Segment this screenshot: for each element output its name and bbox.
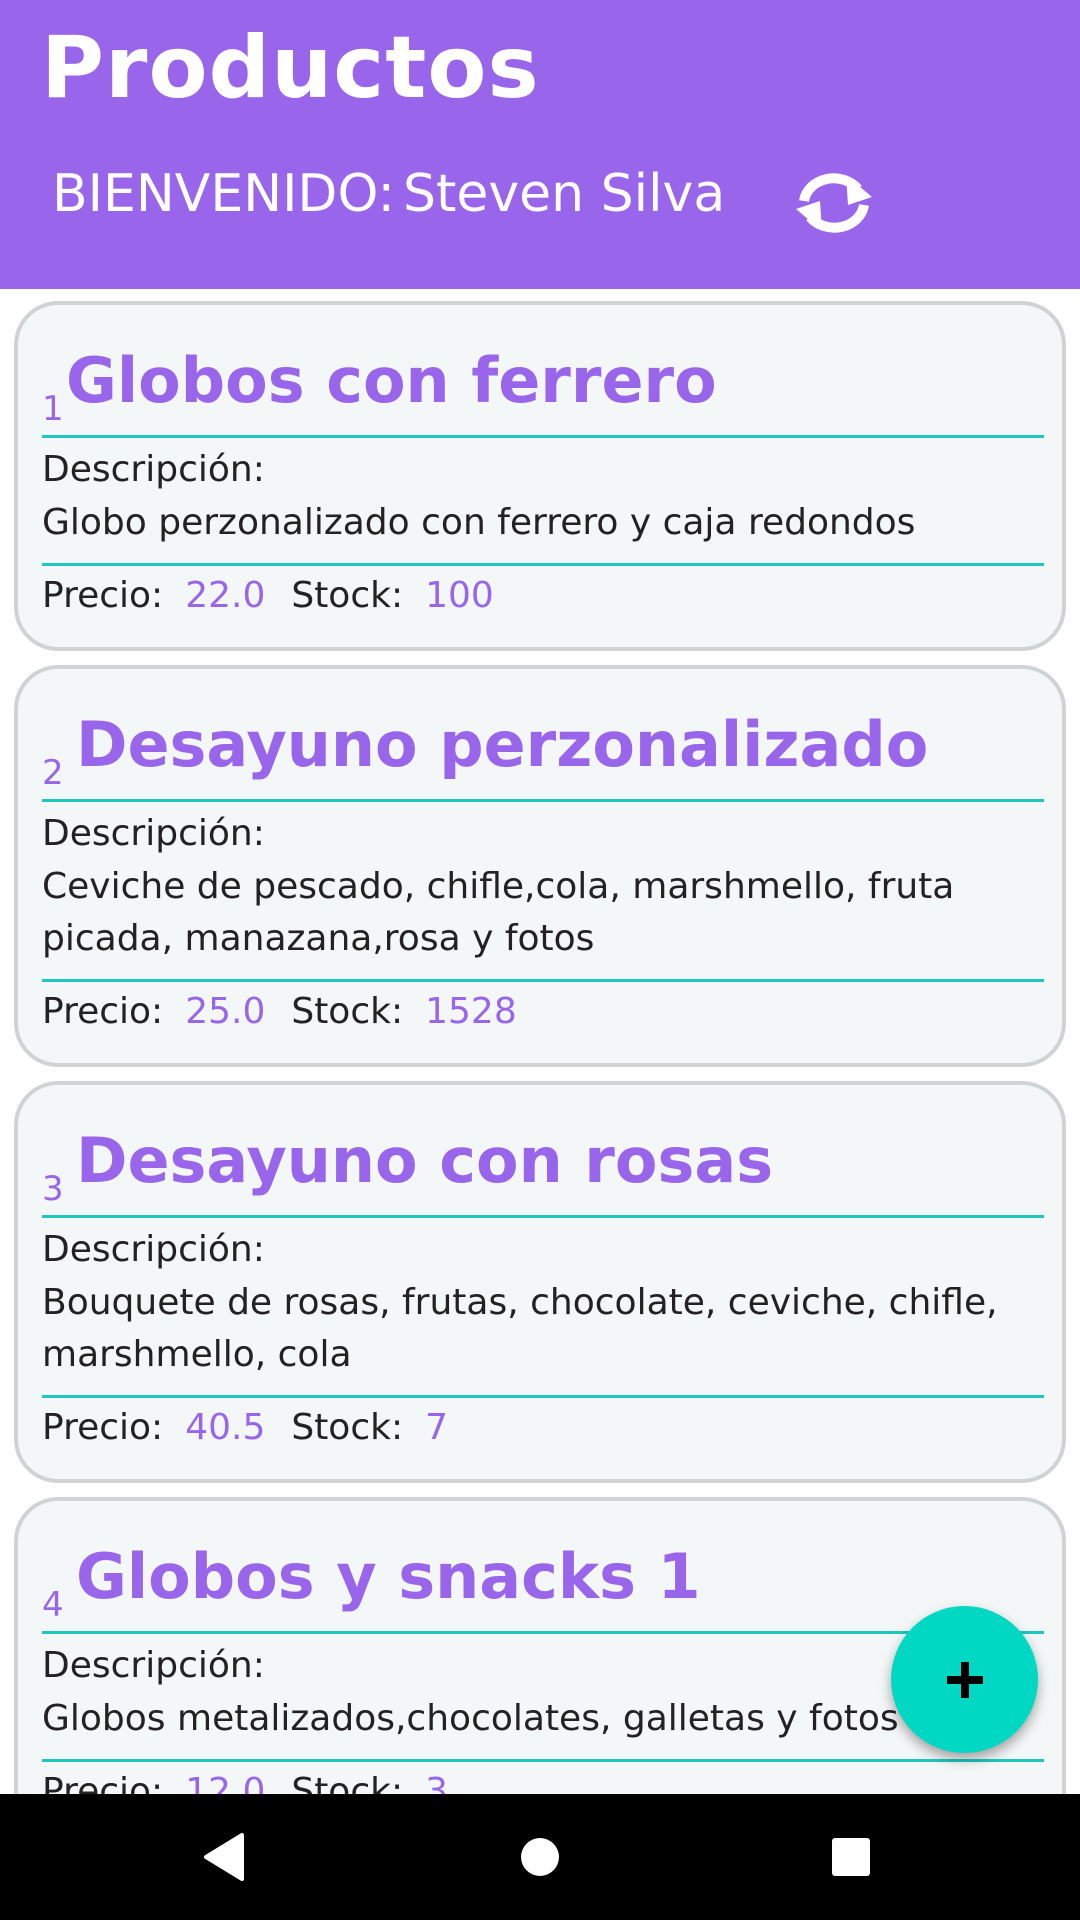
card-header: 1 Globos con ferrero — [42, 341, 1042, 439]
nav-home-button[interactable] — [505, 1822, 575, 1892]
card-divider — [42, 1631, 1044, 1634]
card-divider — [42, 1215, 1044, 1218]
price-value: 12.0 — [185, 1771, 266, 1794]
welcome-text: BIENVENIDO: Steven Silva — [52, 164, 725, 224]
card-divider — [42, 435, 1044, 438]
product-description: Ceviche de pescado, chifle,cola, marshme… — [42, 866, 955, 959]
app-root: Productos BIENVENIDO: Steven Silva 1 Glob… — [0, 0, 1080, 1920]
stock-value: 7 — [425, 1407, 449, 1448]
product-index: 1 — [42, 389, 64, 429]
system-nav-bar — [0, 1794, 1080, 1920]
product-name: Desayuno con rosas — [76, 1124, 774, 1197]
home-circle-icon — [521, 1838, 559, 1876]
card-divider — [42, 1759, 1044, 1762]
product-name: Globos y snacks 1 — [76, 1540, 701, 1613]
nav-recents-button[interactable] — [816, 1822, 886, 1892]
price-stock-row: Precio: 40.5 Stock: 7 — [42, 1407, 474, 1448]
description-label: Descripción: — [42, 1645, 265, 1686]
product-name: Desayuno perzonalizado — [76, 708, 929, 781]
product-card[interactable]: 1 Globos con ferrero Descripción: Globo … — [14, 301, 1066, 651]
price-value: 25.0 — [185, 991, 266, 1032]
back-triangle-icon — [204, 1833, 244, 1881]
product-card[interactable]: 3 Desayuno con rosas Descripción: Bouque… — [14, 1081, 1066, 1483]
product-name: Globos con ferrero — [66, 344, 717, 417]
stock-value: 3 — [425, 1771, 449, 1794]
price-value: 22.0 — [185, 575, 266, 616]
card-divider — [42, 563, 1044, 566]
app-header: Productos BIENVENIDO: Steven Silva — [0, 0, 1080, 289]
product-index: 2 — [42, 753, 64, 793]
product-description: Globo perzonalizado con ferrero y caja r… — [42, 502, 916, 543]
product-card[interactable]: 2 Desayuno perzonalizado Descripción: Ce… — [14, 665, 1066, 1067]
product-description: Globos metalizados,chocolates, galletas … — [42, 1698, 899, 1739]
description-label: Descripción: — [42, 449, 265, 490]
description-label: Descripción: — [42, 813, 265, 854]
user-name: Steven Silva — [403, 164, 726, 224]
card-header: 4 Globos y snacks 1 — [42, 1537, 1042, 1635]
price-label: Precio: — [42, 1407, 164, 1448]
refresh-button[interactable] — [790, 165, 878, 240]
product-description: Bouquete de rosas, frutas, chocolate, ce… — [42, 1282, 998, 1375]
card-divider — [42, 979, 1044, 982]
card-divider — [42, 799, 1044, 802]
price-label: Precio: — [42, 1771, 164, 1794]
card-header: 2 Desayuno perzonalizado — [42, 705, 1042, 803]
add-product-button[interactable] — [891, 1606, 1038, 1753]
product-list[interactable]: 1 Globos con ferrero Descripción: Globo … — [0, 289, 1080, 1794]
welcome-label: BIENVENIDO: — [52, 164, 396, 224]
page-title: Productos — [41, 18, 540, 118]
price-value: 40.5 — [185, 1407, 266, 1448]
product-index: 4 — [42, 1585, 64, 1625]
card-divider — [42, 1395, 1044, 1398]
refresh-icon — [796, 172, 872, 233]
stock-label: Stock: — [291, 991, 404, 1032]
card-header: 3 Desayuno con rosas — [42, 1121, 1042, 1219]
description-label: Descripción: — [42, 1229, 265, 1270]
stock-label: Stock: — [291, 1407, 404, 1448]
nav-back-button[interactable] — [189, 1822, 259, 1892]
price-stock-row: Precio: 25.0 Stock: 1528 — [42, 991, 543, 1032]
price-stock-row: Precio: 22.0 Stock: 100 — [42, 575, 520, 616]
stock-label: Stock: — [291, 1771, 404, 1794]
stock-value: 1528 — [425, 991, 517, 1032]
price-label: Precio: — [42, 575, 164, 616]
price-stock-row: Precio: 12.0 Stock: 3 — [42, 1771, 474, 1794]
product-index: 3 — [42, 1169, 64, 1209]
stock-value: 100 — [425, 575, 494, 616]
plus-icon — [946, 1661, 983, 1698]
stock-label: Stock: — [291, 575, 404, 616]
price-label: Precio: — [42, 991, 164, 1032]
recents-square-icon — [832, 1838, 870, 1876]
